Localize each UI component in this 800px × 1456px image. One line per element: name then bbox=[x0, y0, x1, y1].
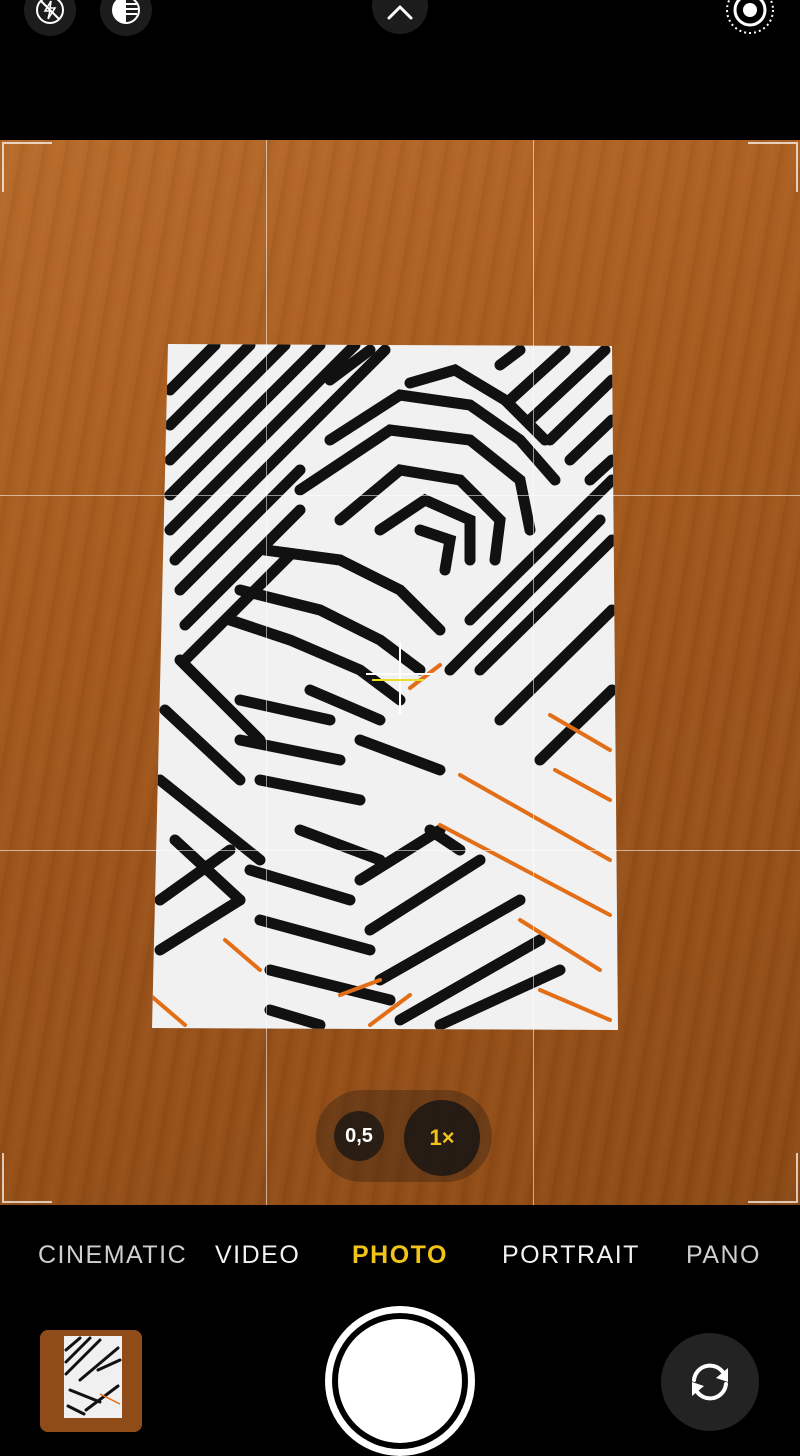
flash-button[interactable] bbox=[24, 0, 76, 36]
live-photo-icon bbox=[726, 0, 774, 34]
night-mode-icon bbox=[112, 0, 140, 24]
last-photo-thumbnail[interactable] bbox=[40, 1330, 142, 1432]
frame-corner-bottom-right bbox=[748, 1153, 798, 1203]
night-mode-button[interactable] bbox=[100, 0, 152, 36]
grid-line-vertical-right bbox=[533, 140, 534, 1205]
focus-crosshair-icon bbox=[366, 642, 434, 714]
camera-viewfinder[interactable]: 0,5 1× bbox=[0, 140, 800, 1205]
mode-video[interactable]: VIDEO bbox=[215, 1241, 300, 1270]
grid-line-horizontal-top bbox=[0, 495, 800, 496]
thumbnail-image bbox=[40, 1330, 142, 1432]
zoom-1x-button[interactable]: 1× bbox=[404, 1100, 480, 1176]
top-bar bbox=[0, 0, 800, 140]
grid-line-horizontal-bottom bbox=[0, 850, 800, 851]
flip-camera-button[interactable] bbox=[661, 1333, 759, 1431]
grid-line-vertical-left bbox=[266, 140, 267, 1205]
live-photo-button[interactable] bbox=[724, 0, 776, 36]
chevron-up-icon bbox=[387, 5, 413, 20]
frame-corner-top-right bbox=[748, 142, 798, 192]
frame-corner-top-left bbox=[2, 142, 52, 192]
capture-controls bbox=[0, 1305, 800, 1456]
mode-photo[interactable]: PHOTO bbox=[352, 1241, 448, 1270]
mode-selector: CINEMATIC VIDEO PHOTO PORTRAIT PANO bbox=[0, 1205, 800, 1305]
mode-pano[interactable]: PANO bbox=[686, 1241, 761, 1270]
zoom-selector: 0,5 1× bbox=[316, 1090, 492, 1182]
flash-off-icon bbox=[36, 0, 64, 24]
shutter-inner bbox=[338, 1319, 462, 1443]
frame-corner-bottom-left bbox=[2, 1153, 52, 1203]
shutter-button[interactable] bbox=[325, 1306, 475, 1456]
zoom-0-5-button[interactable]: 0,5 bbox=[334, 1111, 384, 1161]
shutter-ring bbox=[332, 1313, 468, 1449]
mode-cinematic[interactable]: CINEMATIC bbox=[38, 1241, 187, 1270]
controls-toggle-button[interactable] bbox=[372, 0, 428, 34]
mode-portrait[interactable]: PORTRAIT bbox=[502, 1241, 640, 1270]
flip-camera-icon bbox=[692, 1363, 728, 1401]
